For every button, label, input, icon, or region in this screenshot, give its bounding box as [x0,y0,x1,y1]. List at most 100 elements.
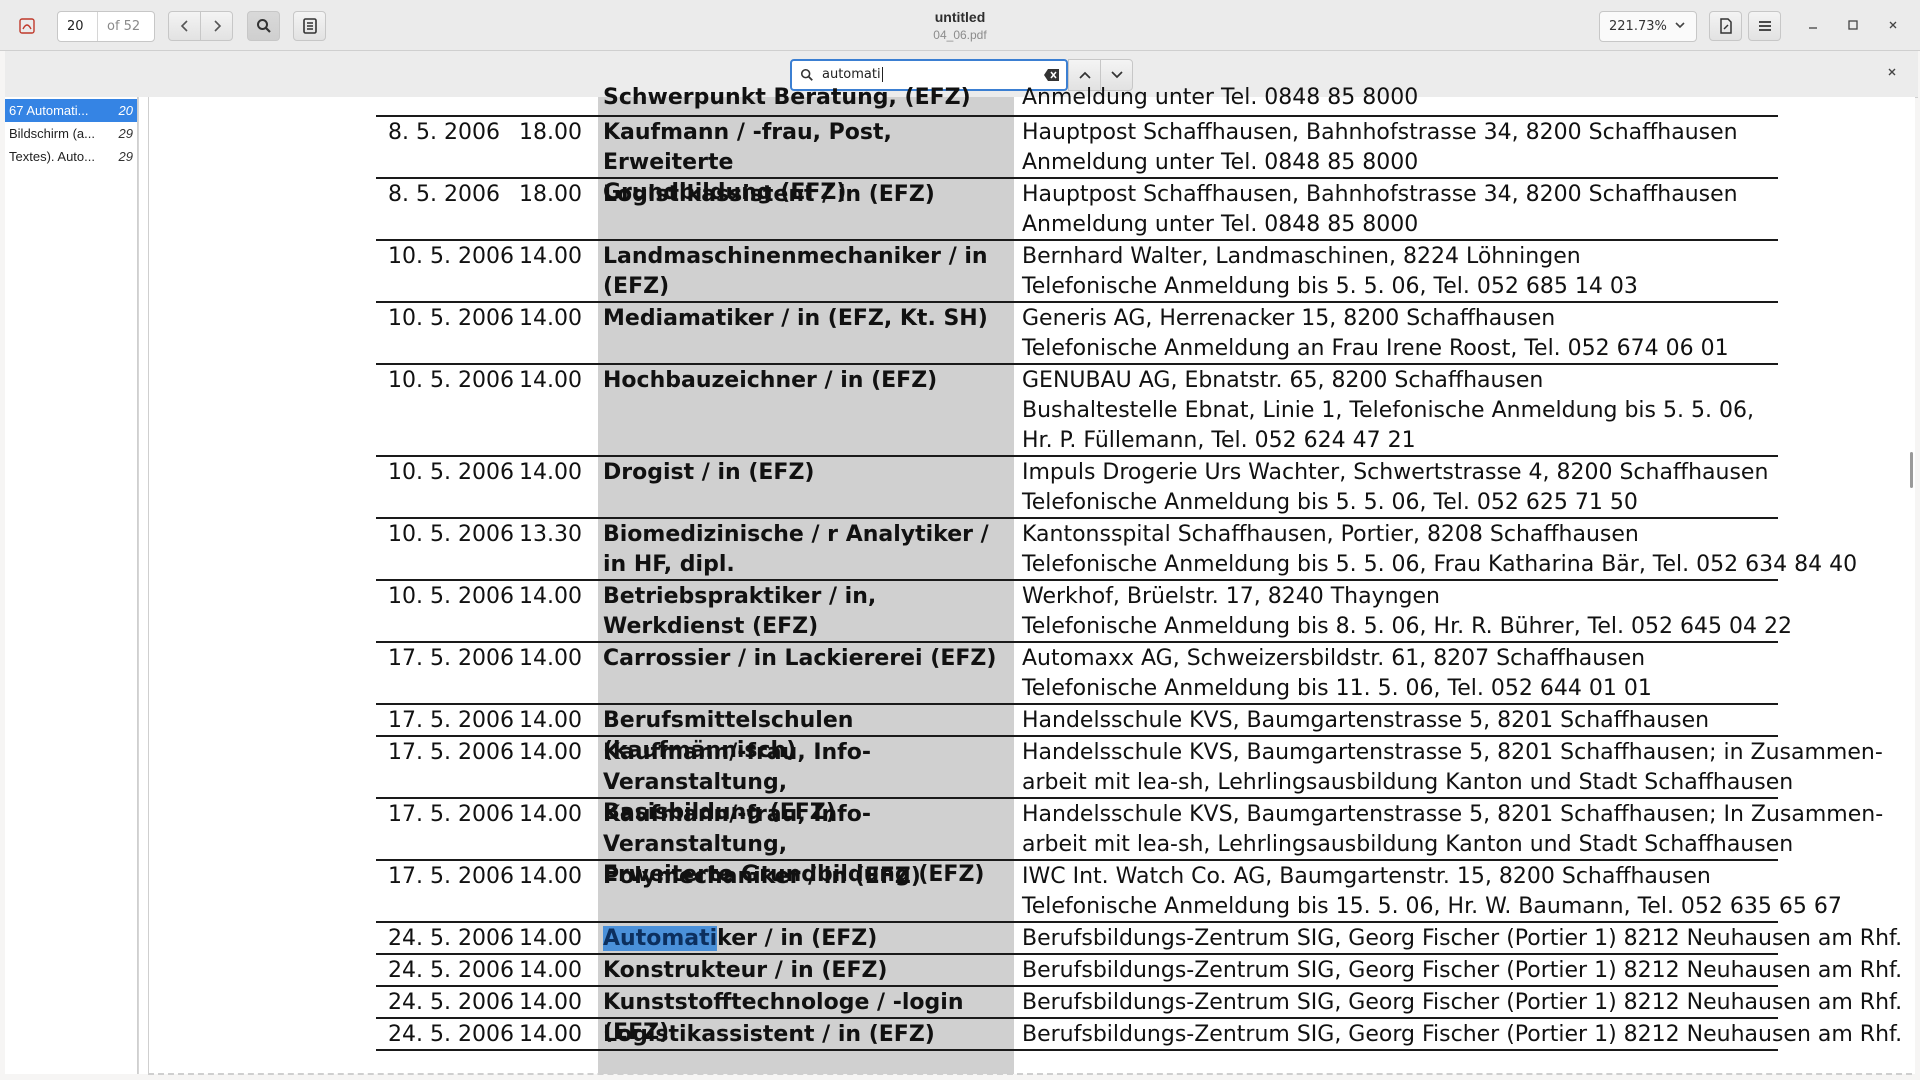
location: Berufsbildungs-Zentrum SIG, Georg Fische… [1022,956,1903,986]
maximize-icon [1848,20,1858,30]
row-divider [376,953,1778,955]
location-line: Telefonische Anmeldung bis 5. 5. 06, Fra… [1022,552,1858,577]
location-line: Telefonische Anmeldung bis 11. 5. 06, Te… [1022,676,1652,701]
search-result-item[interactable]: Bildschirm (a... 29 [5,122,137,145]
location-line: Hr. P. Füllemann, Tel. 052 624 47 21 [1022,428,1416,453]
event-time: 14.00 [519,460,582,485]
job-title: Logistikassistent / in (EFZ) [603,1020,1019,1050]
location-line: arbeit mit lea-sh, Lehrlingsausbildung K… [1022,770,1794,795]
search-results-sidebar: 67 Automati... 20 Bildschirm (a... 29 Te… [5,97,138,1074]
scrollbar[interactable] [1910,452,1913,488]
table-row: 10. 5. 2006 14.00 Hochbauzeichner / in (EF… [376,366,1778,456]
chevron-down-icon [1674,12,1686,41]
location-line: Handelsschule KVS, Baumgartenstrasse 5, … [1022,740,1883,765]
event-date: 10. 5. 2006 [388,368,514,393]
event-time: 14.00 [519,1022,582,1047]
page-edge [148,97,149,1074]
job-title-line: Biomedizinische / r Analytiker / in HF, … [603,522,989,577]
event-time: 14.00 [519,244,582,269]
location-line: Handelsschule KVS, Baumgartenstrasse 5, … [1022,708,1710,733]
table-row: 10. 5. 2006 14.00 Landmaschinenmechaniker … [376,242,1778,302]
job-title-line: Hochbauzeichner / in (EFZ) [603,368,938,393]
location-line: Telefonische Anmeldung bis 5. 5. 06, Tel… [1022,274,1638,299]
event-time: 14.00 [519,926,582,951]
zoom-select[interactable]: 221.73% [1599,11,1697,42]
row-divider [376,1049,1778,1051]
main-menu-button[interactable] [1748,11,1781,41]
job-title: Polymechaniker / in (EFZ) [603,862,1019,892]
table-row: 24. 5. 2006 14.00 Logistikassistent / in (… [376,1020,1902,1050]
maximize-button[interactable] [1841,14,1865,38]
location-line: Bushaltestelle Ebnat, Linie 1, Telefonis… [1022,398,1754,423]
location: Kantonsspital Schaffhausen, Portier, 820… [1022,520,1858,580]
row-divider [376,363,1778,365]
table-row: 17. 5. 2006 14.00 Kaufmann/-frau, Info-Ver… [376,800,1883,887]
table-row: 17. 5. 2006 14.00 Carrossier / in Lackiere… [376,644,1778,704]
table-row: 17. 5. 2006 14.00 Berufsmittelschulen (kau… [376,706,1778,763]
event-time: 14.00 [519,864,582,889]
location-line: Hauptpost Schaffhausen, Bahnhofstrasse 3… [1022,120,1738,145]
location: Handelsschule KVS, Baumgartenstrasse 5, … [1022,738,1883,798]
job-title: Automatiker / in (EFZ) [603,924,1019,954]
location-line: Berufsbildungs-Zentrum SIG, Georg Fische… [1022,958,1903,983]
close-icon [1888,68,1896,76]
location-line: Hauptpost Schaffhausen, Bahnhofstrasse 3… [1022,182,1738,207]
event-time: 14.00 [519,306,582,331]
location-line: Anmeldung unter Tel. 0848 85 8000 [1022,85,1419,110]
location-line: Berufsbildungs-Zentrum SIG, Georg Fische… [1022,1022,1903,1047]
event-date: 10. 5. 2006 [388,460,514,485]
row-divider [376,579,1778,581]
job-title: Schwerpunkt Beratung, (EFZ) [603,85,971,110]
search-highlight: Automati [603,926,718,951]
close-window-button[interactable] [1881,14,1905,38]
location: Berufsbildungs-Zentrum SIG, Georg Fische… [1022,924,1902,954]
location-line: GENUBAU AG, Ebnatstr. 65, 8200 Schaffhau… [1022,368,1544,393]
job-title-line: Kaufmann/-frau, Info-Veranstaltung, [603,802,871,857]
event-date: 17. 5. 2006 [388,708,514,733]
search-result-item[interactable]: Textes). Auto... 29 [5,145,137,168]
event-date: 8. 5. 2006 [388,120,500,145]
job-title-line: Drogist / in (EFZ) [603,460,815,485]
chevron-up-icon [1078,71,1091,79]
clear-text-icon[interactable] [1043,68,1060,82]
job-title-line: Kaufmann / -frau, Post, Erweiterte [603,120,892,175]
row-divider [376,1017,1778,1019]
location-line: IWC Int. Watch Co. AG, Baumgartenstr. 15… [1022,864,1711,889]
location: IWC Int. Watch Co. AG, Baumgartenstr. 15… [1022,862,1842,922]
location: GENUBAU AG, Ebnatstr. 65, 8200 Schaffhau… [1022,366,1792,456]
location: Werkhof, Brüelstr. 17, 8240 Thayngen Tele… [1022,582,1792,642]
search-result-text: 67 Automati... [9,103,89,118]
job-title-line: Mediamatiker / in (EFZ, Kt. SH) [603,306,988,331]
event-date: 10. 5. 2006 [388,584,514,609]
minimize-button[interactable] [1801,14,1825,38]
close-find-bar-button[interactable] [1887,65,1897,81]
zoom-value: 221.73% [1609,19,1667,34]
location-line: Anmeldung unter Tel. 0848 85 8000 [1022,150,1419,175]
search-result-page: 20 [118,103,133,118]
location-line: Telefonische Anmeldung bis 15. 5. 06, Hr… [1022,894,1842,919]
row-divider [376,239,1778,241]
page-boundary [148,1073,1912,1075]
location: Berufsbildungs-Zentrum SIG, Georg Fische… [1022,1020,1903,1050]
event-date: 24. 5. 2006 [388,926,514,951]
location-line: Handelsschule KVS, Baumgartenstrasse 5, … [1022,802,1884,827]
row-divider [376,517,1778,519]
location: Impuls Drogerie Urs Wachter, Schwertstra… [1022,458,1792,518]
event-date: 24. 5. 2006 [388,958,514,983]
event-date: 10. 5. 2006 [388,522,514,547]
location: Bernhard Walter, Landmaschinen, 8224 Löh… [1022,242,1792,302]
location-line: Generis AG, Herrenacker 15, 8200 Schaffh… [1022,306,1556,331]
event-date: 8. 5. 2006 [388,182,500,207]
annotate-button[interactable] [1709,11,1742,41]
location: Generis AG, Herrenacker 15, 8200 Schaffh… [1022,304,1792,364]
table-row: 10. 5. 2006 14.00 Mediamatiker / in (EFZ, … [376,304,1778,364]
search-result-item[interactable]: 67 Automati... 20 [5,99,137,122]
job-title-line: Polymechaniker / in (EFZ) [603,864,921,889]
search-result-page: 29 [118,126,133,141]
table-row: 17. 5. 2006 14.00 Kaufmann/-frau, Info-Ver… [376,738,1883,825]
job-title: Hochbauzeichner / in (EFZ) [603,366,1019,396]
location: Handelsschule KVS, Baumgartenstrasse 5, … [1022,800,1884,860]
location: Automaxx AG, Schweizersbildstr. 61, 8207… [1022,644,1792,704]
table-row: 8. 5. 2006 18.00 Logistikassistent / in (E… [376,180,1778,240]
chevron-down-icon [1110,71,1123,79]
